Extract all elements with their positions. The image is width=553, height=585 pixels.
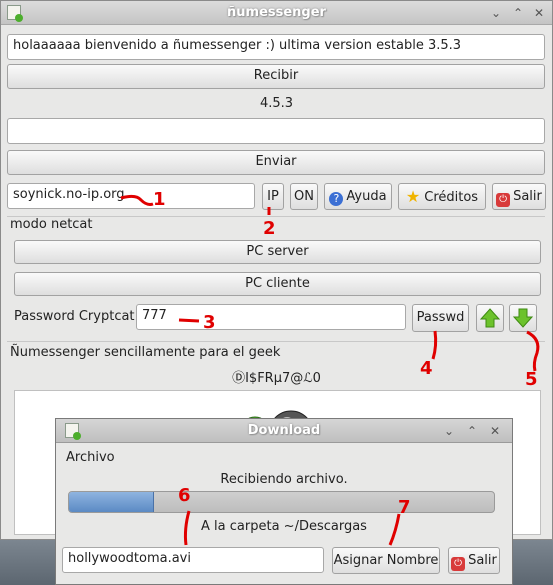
annotation-3: 3 <box>203 312 216 333</box>
annotation-6: 6 <box>178 485 191 506</box>
annotation-2: 2 <box>263 218 276 239</box>
annotation-4: 4 <box>420 358 433 379</box>
download-dialog: Download ⌄ ⌃ ✕ Archivo Recibiendo archiv… <box>55 418 513 585</box>
annotation-1: 1 <box>153 189 166 210</box>
annotation-7: 7 <box>398 497 411 518</box>
annotation-5: 5 <box>525 369 538 390</box>
dialog-annotation-marks <box>183 510 401 546</box>
